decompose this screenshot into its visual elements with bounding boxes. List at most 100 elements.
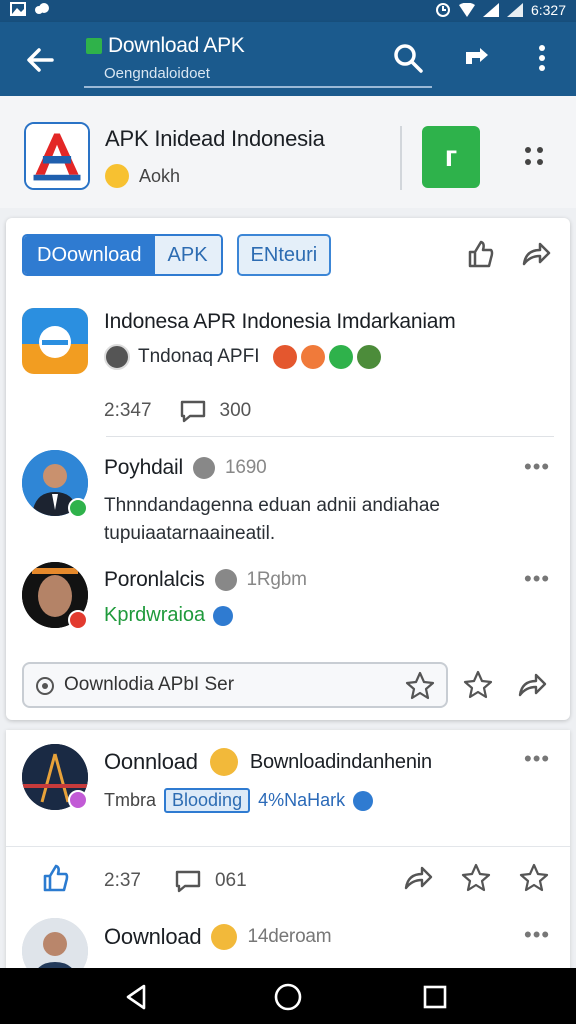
commenter-name: Poronlalcis <box>104 568 205 591</box>
more-horiz-icon[interactable]: ••• <box>524 922 550 948</box>
app-logo[interactable] <box>24 122 90 190</box>
reaction-face-icon <box>301 345 326 369</box>
share-icon[interactable] <box>462 42 494 74</box>
post-title: Indonesa APR Indonesia Imdarkaniam <box>104 310 456 333</box>
nav-recents-icon[interactable] <box>420 982 450 1012</box>
commenter-name-row: Poronlalcis 1Rgbm <box>104 568 307 592</box>
app-bar: Download APK Oengndaloidoet <box>0 22 576 96</box>
feed-meta-row: Tmbra Blooding 4%NaHark <box>104 788 374 813</box>
alarm-icon <box>435 3 450 17</box>
tab-third[interactable]: ENteuri <box>236 234 332 276</box>
verified-check-icon <box>213 605 234 626</box>
app-bar-subtitle[interactable]: Oengndaloidoet <box>84 64 432 88</box>
nav-back-icon[interactable] <box>122 982 152 1012</box>
app-name: APK Inidead Indonesia <box>105 126 325 151</box>
image-icon <box>10 2 26 16</box>
post-count: 2:347 <box>104 400 152 421</box>
status-bar: 6:327 <box>0 0 576 22</box>
cloud-icon <box>35 3 49 14</box>
app-bar-title-text: Download APK <box>108 34 245 57</box>
tab-apk[interactable]: APK <box>154 236 221 274</box>
app-bar-title: Download APK <box>86 34 245 58</box>
app-flag-icon <box>86 38 102 54</box>
more-horiz-icon[interactable]: ••• <box>524 746 550 772</box>
divider <box>6 846 570 847</box>
app-header: APK Inidead Indonesia Aokh г <box>0 96 576 208</box>
comment-item[interactable]: Poyhdail 1690 Thnndandagenna eduan adnii… <box>22 450 562 550</box>
post-subtitle: Tndonaq APFI <box>104 344 382 370</box>
emoji-icon <box>211 924 238 950</box>
commenter-name-row: Poyhdail 1690 <box>104 456 267 480</box>
comment-meta: 1690 <box>224 457 267 478</box>
user-avatar <box>104 344 130 370</box>
feed-title-row: Oownload 14deroam <box>104 924 332 950</box>
reaction-leaf-icon <box>329 345 354 369</box>
comment-body: Kprdwraioa <box>104 604 206 626</box>
feed-title-row: Oonnload Bownloadindanhenin <box>104 748 432 776</box>
post-stats: 2:347 300 <box>104 398 251 424</box>
comment-item[interactable]: Poronlalcis 1Rgbm Kprdwraioa ••• <box>22 562 562 642</box>
verified-badge-icon <box>68 498 88 518</box>
search-bar-text: Oownlodia APbI Ser <box>64 674 235 695</box>
feed-meta: 14deroam <box>247 926 332 947</box>
tab-download[interactable]: DOownload <box>24 236 155 274</box>
app-icon <box>22 308 88 358</box>
comment-count: 061 <box>214 870 247 891</box>
main-card: DOownload APK ENteuri Indonesa APR Indon… <box>6 218 570 720</box>
feed-stats: 2:37 061 <box>104 868 247 894</box>
feed-meta: Tmbra <box>104 790 157 810</box>
star-outline-icon[interactable] <box>462 669 494 701</box>
reaction-icons <box>273 345 382 369</box>
back-arrow-icon[interactable] <box>22 42 58 78</box>
feed-title: Oownload <box>104 924 202 949</box>
tab-bar: DOownload APK ENteuri <box>22 234 332 276</box>
wifi-icon <box>458 3 475 17</box>
feed-meta-2: 4%NaHark <box>258 790 346 810</box>
status-badge-icon <box>68 610 88 630</box>
system-nav-bar <box>0 968 576 1024</box>
header-divider <box>400 126 402 190</box>
comment-icon[interactable] <box>173 868 203 894</box>
green-app-button[interactable]: г <box>422 126 480 188</box>
grid-dots-icon[interactable] <box>522 144 546 168</box>
star-outline-icon[interactable] <box>460 862 492 894</box>
status-time: 6:327 <box>530 2 566 18</box>
more-horiz-icon[interactable]: ••• <box>524 454 550 480</box>
emoji-icon <box>105 164 129 188</box>
download-tab-group: DOownload APK <box>22 234 223 276</box>
reaction-turtle-icon <box>357 345 382 369</box>
post-card[interactable]: Indonesa APR Indonesia Imdarkaniam Tndon… <box>22 306 562 426</box>
comment-meta: 1Rgbm <box>246 569 307 590</box>
post-subtitle-text: Tndonaq APFI <box>138 346 260 367</box>
thumbs-up-icon[interactable] <box>40 862 72 894</box>
comment-count: 300 <box>219 400 252 421</box>
feed-count: 2:37 <box>104 870 141 891</box>
post-avatar <box>22 308 88 374</box>
battery-icon <box>506 3 523 17</box>
thumbs-up-outline-icon[interactable] <box>464 238 496 270</box>
forward-icon[interactable] <box>402 862 434 894</box>
commenter-name: Poyhdail <box>104 456 183 479</box>
app-logo-icon <box>26 124 88 188</box>
signal-icon <box>482 3 499 17</box>
star-outline-icon[interactable] <box>404 670 436 702</box>
feed-tag[interactable]: Blooding <box>164 788 251 813</box>
gear-badge-icon <box>192 457 215 479</box>
feed-card: Oonnload Bownloadindanhenin Tmbra Bloodi… <box>6 730 570 984</box>
comment-icon[interactable] <box>178 398 208 424</box>
search-icon[interactable] <box>392 42 424 74</box>
worried-emoji-icon <box>209 748 238 776</box>
reaction-angry-icon <box>273 345 298 369</box>
search-bar[interactable]: Oownlodia APbI Ser <box>22 662 448 708</box>
app-header-subtitle: Aokh <box>105 164 180 188</box>
nav-home-icon[interactable] <box>273 982 303 1012</box>
star-outline-icon[interactable] <box>518 862 550 894</box>
forward-icon[interactable] <box>520 238 552 270</box>
heart-badge-icon <box>68 790 88 810</box>
gear-badge-icon <box>214 569 237 591</box>
forward-icon[interactable] <box>516 669 548 701</box>
comment-body-row: Kprdwraioa <box>104 604 234 627</box>
more-horiz-icon[interactable]: ••• <box>524 566 550 592</box>
feed-item[interactable]: Oonnload Bownloadindanhenin Tmbra Bloodi… <box>22 744 562 854</box>
more-vert-icon[interactable] <box>526 42 558 74</box>
